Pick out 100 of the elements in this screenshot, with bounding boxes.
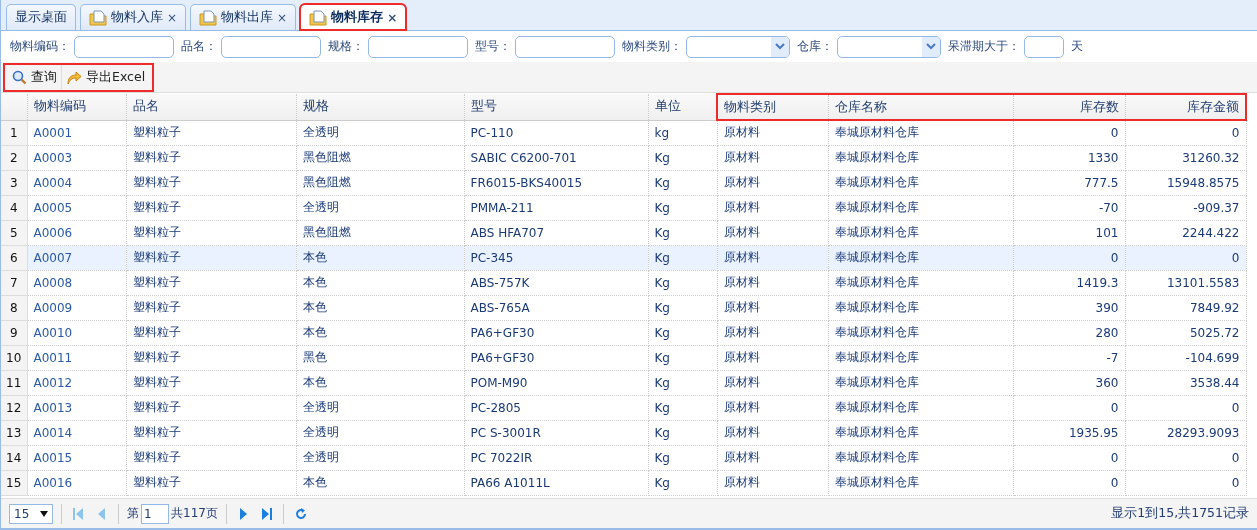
- table-cell: 0: [1125, 120, 1246, 145]
- input-field[interactable]: [368, 35, 468, 58]
- table-cell: Kg: [648, 320, 717, 345]
- table-cell: A0004: [27, 170, 126, 195]
- input-field[interactable]: [221, 35, 321, 58]
- filter-label: 呆滞期大于：: [948, 38, 1020, 55]
- dropdown-field[interactable]: [686, 35, 790, 58]
- table-cell: 全透明: [296, 195, 464, 220]
- table-cell: 3538.44: [1125, 370, 1246, 395]
- page-count: 共117页: [171, 505, 218, 522]
- tab[interactable]: 物料库存 ×: [300, 4, 407, 30]
- table-cell: 0: [1013, 445, 1125, 470]
- row-number: 14: [1, 445, 27, 470]
- table-cell: 1330: [1013, 145, 1125, 170]
- table-cell: 原材料: [717, 120, 828, 145]
- column-header[interactable]: 仓库名称: [828, 94, 1013, 120]
- row-number: 7: [1, 270, 27, 295]
- table-cell: 原材料: [717, 145, 828, 170]
- column-header[interactable]: 库存数: [1013, 94, 1125, 120]
- column-header[interactable]: 型号: [464, 94, 648, 120]
- tab[interactable]: 物料出库 ×: [190, 4, 297, 30]
- table-cell: 0: [1013, 120, 1125, 145]
- row-number: 13: [1, 420, 27, 445]
- table-cell: 原材料: [717, 445, 828, 470]
- table-cell: 奉城原材料仓库: [828, 245, 1013, 270]
- page-size-select[interactable]: 15: [9, 503, 53, 524]
- export-button[interactable]: 导出Excel: [62, 65, 150, 89]
- table-cell: POM-M90: [464, 370, 648, 395]
- row-number: 10: [1, 345, 27, 370]
- table-cell: A0007: [27, 245, 126, 270]
- table-cell: 塑料粒子: [126, 120, 296, 145]
- table-cell: A0005: [27, 195, 126, 220]
- table-cell: -70: [1013, 195, 1125, 220]
- row-number: 8: [1, 295, 27, 320]
- table-cell: Kg: [648, 145, 717, 170]
- row-number: 9: [1, 320, 27, 345]
- tab-label: 物料出库: [221, 9, 274, 26]
- table-cell: 塑料粒子: [126, 395, 296, 420]
- table-cell: 28293.9093: [1125, 420, 1246, 445]
- row-number: 12: [1, 395, 27, 420]
- table-cell: 原材料: [717, 270, 828, 295]
- table-cell: Kg: [648, 470, 717, 495]
- table-cell: 本色: [296, 295, 464, 320]
- filter-label: 物料类别：: [622, 38, 682, 55]
- table-cell: Kg: [648, 420, 717, 445]
- table-cell: 101: [1013, 220, 1125, 245]
- table-cell: Kg: [648, 370, 717, 395]
- table-cell: A0010: [27, 320, 126, 345]
- table-cell: 塑料粒子: [126, 420, 296, 445]
- column-header[interactable]: 规格: [296, 94, 464, 120]
- table-cell: 黑色阻燃: [296, 145, 464, 170]
- table-cell: PMMA-211: [464, 195, 648, 220]
- tab[interactable]: 物料入库 ×: [80, 4, 187, 30]
- row-number: 3: [1, 170, 27, 195]
- table-cell: 塑料粒子: [126, 470, 296, 495]
- table-cell: 奉城原材料仓库: [828, 270, 1013, 295]
- table-cell: PA6+GF30: [464, 345, 648, 370]
- table-cell: A0003: [27, 145, 126, 170]
- table-cell: kg: [648, 120, 717, 145]
- curved-arrow-icon: [66, 69, 82, 85]
- column-header[interactable]: 品名: [126, 94, 296, 120]
- table-cell: 原材料: [717, 295, 828, 320]
- input-field[interactable]: [74, 35, 174, 58]
- table-cell: 全透明: [296, 420, 464, 445]
- close-icon[interactable]: ×: [277, 10, 288, 25]
- table-cell: 本色: [296, 245, 464, 270]
- table-cell: Kg: [648, 170, 717, 195]
- table-cell: A0008: [27, 270, 126, 295]
- table-cell: 原材料: [717, 420, 828, 445]
- table-cell: 塑料粒子: [126, 195, 296, 220]
- tab-label: 物料入库: [111, 9, 163, 26]
- filter-label: 规格：: [328, 38, 364, 55]
- row-number: 6: [1, 245, 27, 270]
- tab[interactable]: 显示桌面: [6, 4, 76, 30]
- table-cell: 13101.5583: [1125, 270, 1246, 295]
- table-cell: 原材料: [717, 345, 828, 370]
- table-cell: 原材料: [717, 320, 828, 345]
- table-cell: 奉城原材料仓库: [828, 470, 1013, 495]
- table-cell: 0: [1125, 395, 1246, 420]
- page-input[interactable]: 1: [141, 503, 169, 524]
- dropdown-field[interactable]: [837, 35, 941, 58]
- table-cell: PC-110: [464, 120, 648, 145]
- input-field[interactable]: [1024, 35, 1064, 58]
- table-cell: 奉城原材料仓库: [828, 120, 1013, 145]
- table-cell: 0: [1013, 470, 1125, 495]
- column-header[interactable]: 单位: [648, 94, 717, 120]
- column-header[interactable]: 物料编码: [27, 94, 126, 120]
- close-icon[interactable]: ×: [387, 10, 398, 25]
- search-button[interactable]: 查询: [8, 65, 62, 89]
- table-cell: 黑色阻燃: [296, 220, 464, 245]
- column-header[interactable]: 库存金额: [1125, 94, 1246, 120]
- column-header[interactable]: 物料类别: [717, 94, 828, 120]
- input-field[interactable]: [515, 35, 615, 58]
- close-icon[interactable]: ×: [167, 10, 178, 25]
- table-cell: 原材料: [717, 470, 828, 495]
- page-prefix: 第: [127, 505, 139, 522]
- last-page-icon: [261, 507, 272, 520]
- table-cell: 奉城原材料仓库: [828, 420, 1013, 445]
- folder-icon: [89, 9, 107, 26]
- table-cell: A0014: [27, 420, 126, 445]
